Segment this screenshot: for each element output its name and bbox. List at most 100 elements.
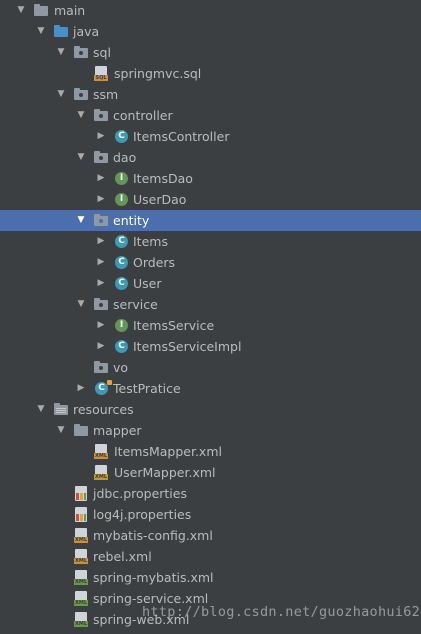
- expand-arrow-icon[interactable]: ▼: [75, 147, 87, 168]
- tree-item-user[interactable]: ▶ C User: [0, 273, 421, 294]
- expand-arrow-icon[interactable]: ▼: [75, 294, 87, 315]
- spring-xml-file-icon: XML: [74, 570, 88, 585]
- expand-arrow-icon[interactable]: ▼: [15, 0, 27, 21]
- tree-item-label: ItemsService: [133, 318, 215, 333]
- tree-item-springmvc-sql[interactable]: SQL springmvc.sql: [0, 63, 421, 84]
- expand-arrow-icon[interactable]: ▼: [35, 21, 47, 42]
- tree-item-items-controller[interactable]: ▶ C ItemsController: [0, 126, 421, 147]
- watermark-text: http://blog.csdn.net/guozhaohui628: [142, 604, 421, 620]
- tree-item-rebel-xml[interactable]: XML rebel.xml: [0, 546, 421, 567]
- collapse-arrow-icon[interactable]: ▶: [95, 126, 107, 147]
- tree-item-dao[interactable]: ▼ dao: [0, 147, 421, 168]
- expand-arrow-icon[interactable]: ▼: [55, 84, 67, 105]
- tree-item-label: main: [54, 3, 86, 18]
- tree-item-label: UserMapper.xml: [114, 465, 216, 480]
- tree-item-label: TestPratice: [113, 381, 181, 396]
- tree-item-java[interactable]: ▼ java: [0, 21, 421, 42]
- tree-item-label: Orders: [133, 255, 176, 270]
- class-icon: C: [115, 340, 128, 353]
- collapse-arrow-icon[interactable]: ▶: [95, 168, 107, 189]
- tree-item-label: java: [73, 24, 100, 39]
- tree-item-label: ItemsServiceImpl: [133, 339, 242, 354]
- tree-item-label: ItemsDao: [133, 171, 193, 186]
- project-tree: ▼ main ▼ java ▼ sql SQL springmvc.sql ▼ …: [0, 0, 421, 630]
- folder-icon: [34, 4, 48, 16]
- tree-item-user-mapper-xml[interactable]: XML UserMapper.xml: [0, 462, 421, 483]
- package-icon: [94, 151, 108, 163]
- tree-item-main[interactable]: ▼ main: [0, 0, 421, 21]
- tree-item-items-service-impl[interactable]: ▶ C ItemsServiceImpl: [0, 336, 421, 357]
- xml-file-icon: XML: [94, 444, 108, 459]
- tree-item-vo[interactable]: vo: [0, 357, 421, 378]
- expand-arrow-icon[interactable]: ▼: [75, 210, 87, 231]
- collapse-arrow-icon[interactable]: ▶: [95, 252, 107, 273]
- package-icon: [94, 361, 108, 373]
- class-icon: C: [115, 130, 128, 143]
- tree-item-label: User: [133, 276, 162, 291]
- package-icon: [74, 88, 88, 100]
- properties-file-icon: [75, 507, 87, 522]
- tree-item-label: sql: [93, 45, 111, 60]
- tree-item-label: spring-mybatis.xml: [93, 570, 214, 585]
- tree-item-label: ssm: [93, 87, 119, 102]
- tree-item-service[interactable]: ▼ service: [0, 294, 421, 315]
- tree-item-label: rebel.xml: [93, 549, 152, 564]
- tree-item-label: log4j.properties: [93, 507, 192, 522]
- tree-item-orders[interactable]: ▶ C Orders: [0, 252, 421, 273]
- collapse-arrow-icon[interactable]: ▶: [95, 273, 107, 294]
- collapse-arrow-icon[interactable]: ▶: [95, 189, 107, 210]
- tree-item-label: mybatis-config.xml: [93, 528, 213, 543]
- tree-item-label: UserDao: [133, 192, 187, 207]
- collapse-arrow-icon[interactable]: ▶: [95, 336, 107, 357]
- tree-item-label: entity: [113, 213, 150, 228]
- tree-item-label: controller: [113, 108, 173, 123]
- expand-arrow-icon[interactable]: ▼: [55, 42, 67, 63]
- tree-item-resources[interactable]: ▼ resources: [0, 399, 421, 420]
- expand-arrow-icon[interactable]: ▼: [35, 399, 47, 420]
- tree-item-label: dao: [113, 150, 137, 165]
- tree-item-items[interactable]: ▶ C Items: [0, 231, 421, 252]
- tree-item-jdbc-properties[interactable]: jdbc.properties: [0, 483, 421, 504]
- sql-file-icon: SQL: [94, 66, 108, 81]
- collapse-arrow-icon[interactable]: ▶: [75, 378, 87, 399]
- tree-item-user-dao[interactable]: ▶ I UserDao: [0, 189, 421, 210]
- spring-xml-file-icon: XML: [74, 591, 88, 606]
- tree-item-label: vo: [113, 360, 129, 375]
- folder-icon: [74, 424, 88, 436]
- tree-item-items-service[interactable]: ▶ I ItemsService: [0, 315, 421, 336]
- tree-item-label: mapper: [93, 423, 142, 438]
- main-class-icon: C: [95, 380, 112, 395]
- tree-item-label: ItemsMapper.xml: [114, 444, 222, 459]
- tree-item-label: resources: [73, 402, 134, 417]
- tree-item-mybatis-config-xml[interactable]: XML mybatis-config.xml: [0, 525, 421, 546]
- properties-file-icon: [75, 486, 87, 501]
- expand-arrow-icon[interactable]: ▼: [55, 420, 67, 441]
- xml-file-icon: XML: [74, 549, 88, 564]
- tree-item-test-pratice[interactable]: ▶ C TestPratice: [0, 378, 421, 399]
- collapse-arrow-icon[interactable]: ▶: [95, 231, 107, 252]
- package-icon: [94, 109, 108, 121]
- xml-file-icon: XML: [94, 465, 108, 480]
- source-folder-icon: [54, 25, 68, 37]
- xml-file-icon: XML: [74, 528, 88, 543]
- class-icon: C: [115, 277, 128, 290]
- tree-item-entity[interactable]: ▼ entity: [0, 210, 421, 231]
- tree-item-mapper[interactable]: ▼ mapper: [0, 420, 421, 441]
- tree-item-log4j-properties[interactable]: log4j.properties: [0, 504, 421, 525]
- interface-icon: I: [115, 319, 128, 332]
- tree-item-controller[interactable]: ▼ controller: [0, 105, 421, 126]
- tree-item-ssm[interactable]: ▼ ssm: [0, 84, 421, 105]
- interface-icon: I: [115, 193, 128, 206]
- tree-item-items-dao[interactable]: ▶ I ItemsDao: [0, 168, 421, 189]
- tree-item-sql[interactable]: ▼ sql: [0, 42, 421, 63]
- spring-xml-file-icon: XML: [74, 612, 88, 627]
- collapse-arrow-icon[interactable]: ▶: [95, 315, 107, 336]
- tree-item-spring-mybatis-xml[interactable]: XML spring-mybatis.xml: [0, 567, 421, 588]
- package-icon: [94, 298, 108, 310]
- package-icon: [74, 46, 88, 58]
- tree-item-items-mapper-xml[interactable]: XML ItemsMapper.xml: [0, 441, 421, 462]
- tree-item-label: ItemsController: [133, 129, 230, 144]
- expand-arrow-icon[interactable]: ▼: [75, 105, 87, 126]
- resources-folder-icon: [54, 403, 68, 415]
- tree-item-label: service: [113, 297, 158, 312]
